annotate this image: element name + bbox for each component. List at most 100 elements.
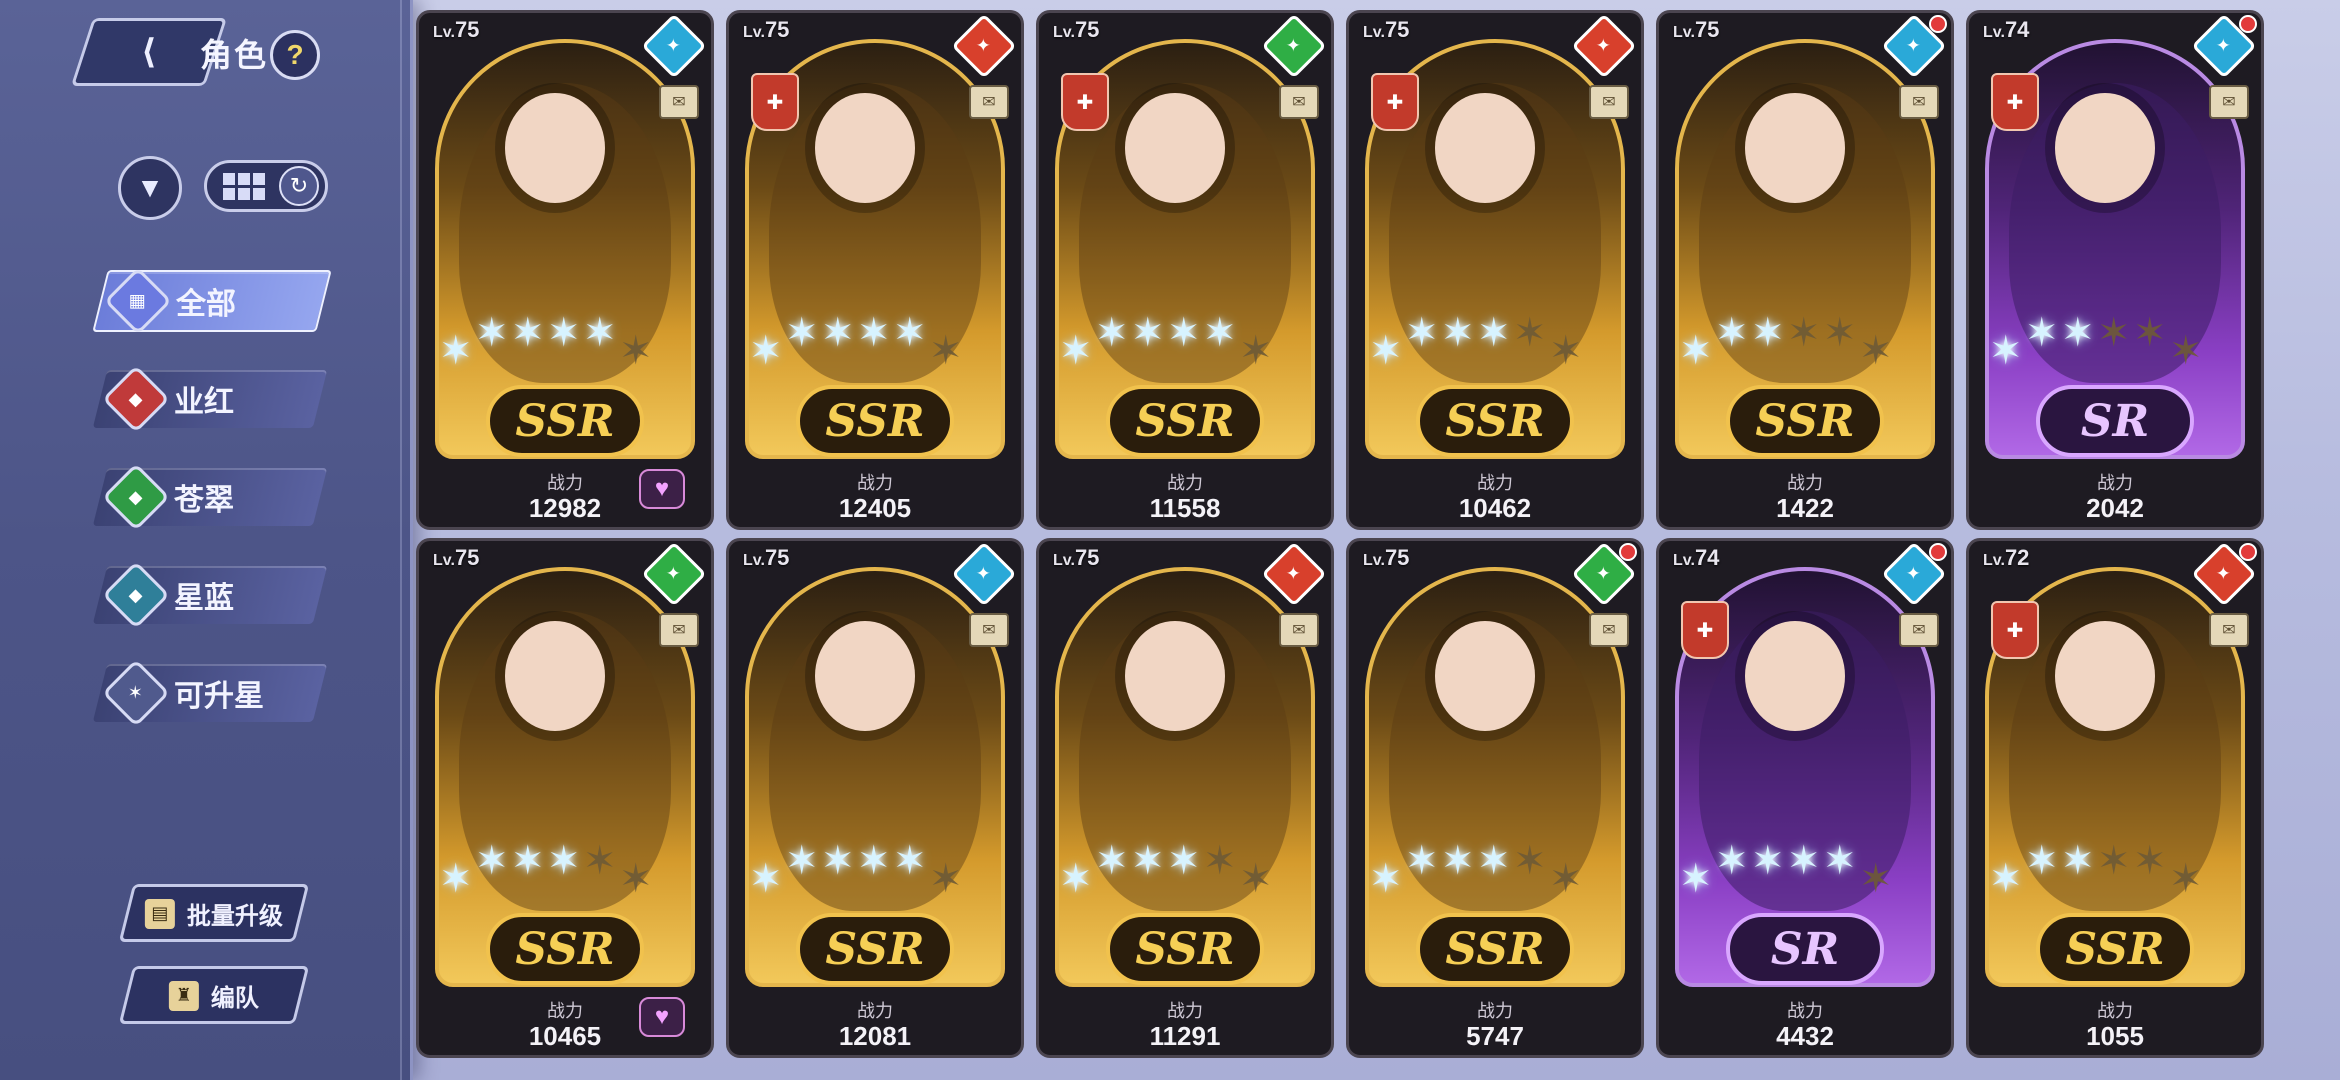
power-value: 5747: [1466, 1021, 1524, 1051]
skill-book-icon: ✉: [2209, 613, 2249, 647]
skill-book-icon: ✉: [1589, 613, 1629, 647]
rarity-badge: SSR: [486, 385, 644, 457]
level-text: Lv.75: [1053, 545, 1100, 570]
character-card[interactable]: Lv.72 ✦ ✚ ✉ ✶ ✶ ✶ ✶ ✶ ✶ SSR 战力 1055: [1966, 538, 2264, 1058]
character-head: [1125, 93, 1225, 203]
character-head: [1125, 621, 1225, 731]
star-icon: ✶: [1549, 329, 1583, 373]
level-text: Lv.72: [1983, 545, 2030, 570]
power-value: 12405: [838, 493, 912, 523]
character-card[interactable]: Lv.75 ✦ ✉ ✶ ✶ ✶ ✶ ✶ ✶ SSR 战力 12081: [726, 538, 1024, 1058]
star-icon: ✶: [1823, 839, 1857, 883]
character-head: [1435, 621, 1535, 731]
character-head: [815, 621, 915, 731]
notification-dot: [2239, 543, 2257, 561]
notification-dot: [2239, 15, 2257, 33]
character-card[interactable]: Lv.75 ✦ ✚ ✉ ✶ ✶ ✶ ✶ ✶ ✶ SSR 战力 11558: [1036, 10, 1334, 530]
level-value: 75: [1384, 545, 1410, 570]
power-label: 战力: [1167, 473, 1203, 493]
skill-book-icon: ✉: [659, 85, 699, 119]
category-label: 业红: [174, 386, 234, 419]
star-icon: ✶: [1989, 857, 2023, 901]
star-icon: ✶: [1405, 839, 1439, 883]
rarity-badge: SSR: [2036, 913, 2194, 985]
star-icon: ✶: [2025, 311, 2059, 355]
bulk-upgrade-button[interactable]: ▤ 批量升级: [118, 884, 310, 942]
character-head: [2055, 621, 2155, 731]
category-all[interactable]: ▦ 全部: [92, 267, 332, 335]
power-label: 战力: [1477, 473, 1513, 493]
star-icon: ✶: [1095, 839, 1129, 883]
star-icon: ✶: [1679, 329, 1713, 373]
character-card[interactable]: Lv.75 ✦ ✉ ✶ ✶ ✶ ✶ ✶ ✶ SSR 战力 12982 ♥: [416, 10, 714, 530]
level-value: 75: [764, 545, 790, 570]
heart-icon[interactable]: ♥: [639, 469, 685, 509]
star-rating: ✶ ✶ ✶ ✶ ✶ ✶: [1679, 313, 1939, 383]
category-green[interactable]: ◆ 苍翠: [92, 463, 328, 531]
skill-book-icon: ✉: [1899, 613, 1939, 647]
rarity-badge: SSR: [486, 913, 644, 985]
character-card[interactable]: Lv.75 ✦ ✉ ✶ ✶ ✶ ✶ ✶ ✶ SSR 战力 11291: [1036, 538, 1334, 1058]
star-icon: ✶: [1823, 311, 1857, 355]
star-icon: ✶: [1167, 311, 1201, 355]
star-icon: ✶: [821, 839, 855, 883]
star-icon: ✶: [857, 311, 891, 355]
element-icon: ✦: [1261, 541, 1327, 607]
star-icon: ✶: [2025, 839, 2059, 883]
power-value: 1055: [2086, 1021, 2144, 1051]
star-icon: ✶: [1203, 311, 1237, 355]
class-badge-icon: ✚: [1681, 601, 1729, 659]
star-icon: ✶: [511, 311, 545, 355]
character-card[interactable]: Lv.75 ✦ ✉ ✶ ✶ ✶ ✶ ✶ ✶ SSR 战力 1422: [1656, 10, 1954, 530]
star-icon: ✶: [1751, 839, 1785, 883]
power-value: 12081: [838, 1021, 912, 1051]
heart-icon[interactable]: ♥: [639, 997, 685, 1037]
skill-book-icon: ✉: [969, 613, 1009, 647]
star-rating: ✶ ✶ ✶ ✶ ✶ ✶: [439, 841, 699, 911]
view-toggle[interactable]: ↻: [204, 160, 328, 212]
element-icon: ✦: [641, 541, 707, 607]
back-arrow-icon: ⟨: [141, 33, 157, 71]
character-card[interactable]: Lv.75 ✦ ✉ ✶ ✶ ✶ ✶ ✶ ✶ SSR 战力 10465 ♥: [416, 538, 714, 1058]
level-text: Lv.75: [1673, 17, 1720, 42]
star-icon: ✶: [475, 311, 509, 355]
team-button[interactable]: ♜ 编队: [118, 966, 310, 1024]
class-badge-icon: ✚: [1371, 73, 1419, 131]
team-label: 编队: [211, 984, 259, 1012]
level-text: Lv.74: [1983, 17, 2030, 42]
filter-funnel-icon: ▼: [136, 172, 164, 203]
skill-book-icon: ✉: [2209, 85, 2249, 119]
green-diamond-icon: ◆: [102, 463, 170, 531]
star-icon: ✶: [2133, 311, 2167, 355]
star-icon: ✶: [1513, 311, 1547, 355]
element-icon: ✦: [951, 541, 1017, 607]
character-card[interactable]: Lv.75 ✦ ✚ ✉ ✶ ✶ ✶ ✶ ✶ ✶ SSR 战力 12405: [726, 10, 1024, 530]
power-label: 战力: [2097, 473, 2133, 493]
skill-book-icon: ✉: [659, 613, 699, 647]
character-card[interactable]: Lv.74 ✦ ✚ ✉ ✶ ✶ ✶ ✶ ✶ ✶ SR 战力 2042: [1966, 10, 2264, 530]
power-label: 战力: [857, 473, 893, 493]
character-card[interactable]: Lv.75 ✦ ✉ ✶ ✶ ✶ ✶ ✶ ✶ SSR 战力 5747: [1346, 538, 1644, 1058]
category-blue[interactable]: ◆ 星蓝: [92, 561, 328, 629]
character-card[interactable]: Lv.75 ✦ ✚ ✉ ✶ ✶ ✶ ✶ ✶ ✶ SSR 战力 10462: [1346, 10, 1644, 530]
star-icon: ✶: [1513, 839, 1547, 883]
notification-dot: [1929, 15, 1947, 33]
star-icon: ✶: [2133, 839, 2167, 883]
category-label: 苍翠: [174, 484, 234, 517]
star-icon: ✶: [1167, 839, 1201, 883]
character-card[interactable]: Lv.74 ✦ ✚ ✉ ✶ ✶ ✶ ✶ ✶ ✶ SR 战力 4432: [1656, 538, 1954, 1058]
category-red[interactable]: ◆ 业红: [92, 365, 328, 433]
filter-button[interactable]: ▼: [118, 156, 182, 220]
power-value: 1422: [1776, 493, 1834, 523]
help-button[interactable]: ?: [270, 30, 320, 80]
power-label: 战力: [1167, 1001, 1203, 1021]
character-grid: Lv.75 ✦ ✉ ✶ ✶ ✶ ✶ ✶ ✶ SSR 战力 12982 ♥ Lv.75 ✦ …: [416, 10, 2340, 1070]
star-icon: ✶: [2169, 329, 2203, 373]
category-upgradable[interactable]: ✶ 可升星: [92, 659, 328, 727]
star-icon: ✶: [785, 839, 819, 883]
star-icon: ✶: [439, 857, 473, 901]
refresh-icon[interactable]: ↻: [279, 166, 319, 206]
star-icon: ✶: [1441, 311, 1475, 355]
star-rating: ✶ ✶ ✶ ✶ ✶ ✶: [1679, 841, 1939, 911]
star-icon: ✶: [929, 857, 963, 901]
